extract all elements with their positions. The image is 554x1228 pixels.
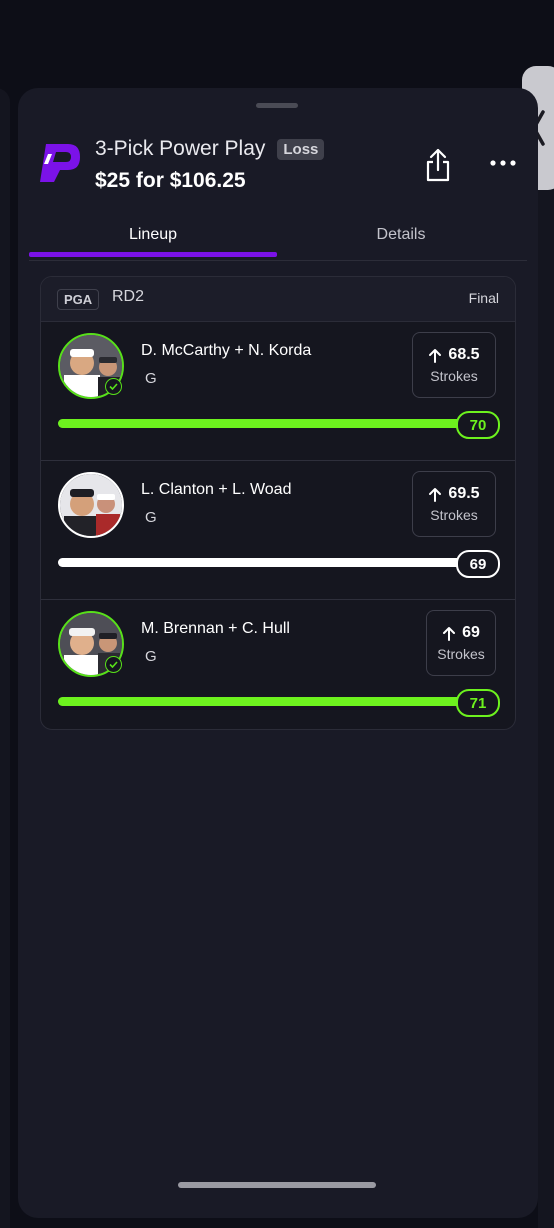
pick-row[interactable]: M. Brennan + C. Hull G 69 Strokes 71 xyxy=(41,600,515,729)
projection-value: 68.5 xyxy=(448,346,480,363)
result-pill: 69 xyxy=(456,550,500,578)
progress-bar-fill xyxy=(58,697,468,706)
league-tag: PGA xyxy=(57,289,100,310)
projection-box: 69 Strokes xyxy=(426,610,496,676)
progress-bar xyxy=(58,558,468,567)
avatar xyxy=(58,472,124,538)
card-header: PGA RD2 Final xyxy=(41,277,515,322)
entry-detail-sheet: 3-Pick Power Play Loss $25 for $106.25 L… xyxy=(18,88,538,1218)
background-card-left xyxy=(0,88,10,1228)
arrow-up-icon xyxy=(443,626,456,641)
result-pill: 70 xyxy=(456,411,500,439)
home-indicator xyxy=(178,1182,376,1188)
entry-title-row: 3-Pick Power Play Loss xyxy=(95,137,325,161)
active-tab-indicator xyxy=(29,252,277,257)
pick-row[interactable]: D. McCarthy + N. Korda G 68.5 Strokes 70 xyxy=(41,322,515,461)
won-check-icon xyxy=(105,378,122,395)
projection-box: 69.5 Strokes xyxy=(412,471,496,537)
projection-unit: Strokes xyxy=(430,368,478,384)
result-badge: Loss xyxy=(277,138,325,160)
player-position: G xyxy=(145,370,157,387)
won-check-icon xyxy=(105,656,122,673)
tab-lineup[interactable]: Lineup xyxy=(29,214,277,256)
game-status: Final xyxy=(468,290,499,306)
more-icon[interactable] xyxy=(488,154,518,172)
share-icon[interactable] xyxy=(424,148,452,182)
round-label: RD2 xyxy=(112,288,145,305)
tab-details[interactable]: Details xyxy=(277,214,525,256)
progress-bar xyxy=(58,419,468,428)
pick-row[interactable]: L. Clanton + L. Woad G 69.5 Strokes 69 xyxy=(41,461,515,600)
projection-value: 69 xyxy=(462,624,480,641)
background-card-right xyxy=(538,88,554,1228)
projection-unit: Strokes xyxy=(430,507,478,523)
player-names: D. McCarthy + N. Korda xyxy=(141,342,312,359)
lineup-card: PGA RD2 Final D. McCarthy + N. Korda G 6… xyxy=(40,276,516,730)
arrow-up-icon xyxy=(429,348,442,363)
player-position: G xyxy=(145,509,157,526)
projection-box: 68.5 Strokes xyxy=(412,332,496,398)
entry-title: 3-Pick Power Play xyxy=(95,137,266,160)
result-pill: 71 xyxy=(456,689,500,717)
logo-icon xyxy=(40,144,80,182)
progress-bar-fill xyxy=(58,419,468,428)
projection-value: 69.5 xyxy=(448,485,480,502)
projection-unit: Strokes xyxy=(437,646,485,662)
arrow-up-icon xyxy=(429,487,442,502)
player-position: G xyxy=(145,648,157,665)
progress-bar xyxy=(58,697,468,706)
player-names: L. Clanton + L. Woad xyxy=(141,481,292,498)
player-names: M. Brennan + C. Hull xyxy=(141,620,290,637)
progress-bar-fill xyxy=(58,558,468,567)
entry-payout: $25 for $106.25 xyxy=(95,169,246,192)
sheet-grabber[interactable] xyxy=(256,103,298,108)
tab-bar: Lineup Details xyxy=(29,214,527,261)
